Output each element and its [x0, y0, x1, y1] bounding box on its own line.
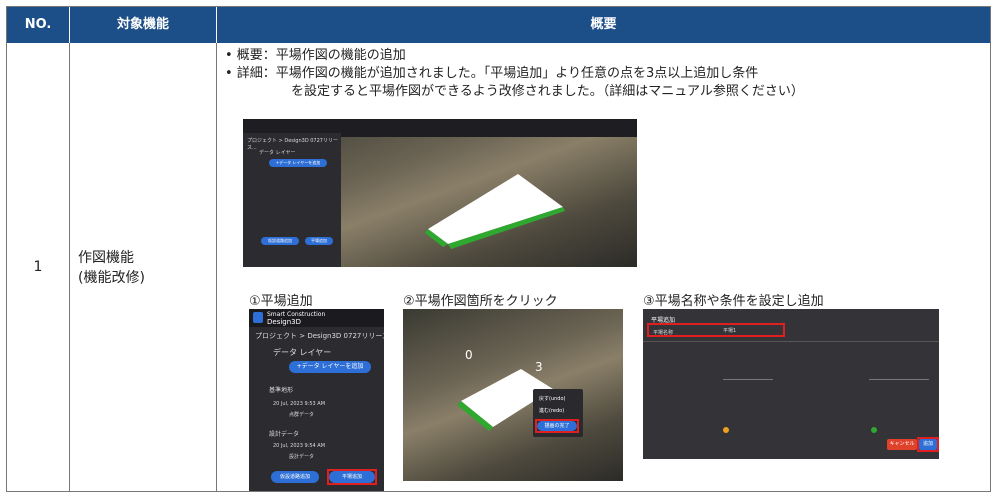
spec-table: NO. 対象機能 概要 1 作図機能 (機能改修) • 概要：平場作図の機能の追… [6, 6, 991, 492]
panel-tabs[interactable]: データ レイヤー [273, 347, 331, 358]
table-header: NO. 対象機能 概要 [7, 7, 990, 43]
item-design[interactable]: 設計データ [289, 453, 314, 460]
brand-line2: Design3D [267, 318, 302, 326]
table-row: 1 作図機能 (機能改修) • 概要：平場作図の機能の追加 • 詳細：平場作図の… [7, 43, 990, 491]
drawn-polygon: 0 3 [457, 348, 553, 431]
highlight-name [647, 323, 785, 337]
date-2: 20 Jul, 2023 9:54 AM [273, 443, 326, 449]
breadcrumb[interactable]: プロジェクト > Design3D 0727リリース... [255, 331, 384, 341]
redo-item[interactable]: 進む(redo) [539, 407, 564, 414]
header-function: 対象機能 [70, 7, 217, 43]
add-layer-button[interactable]: +データ レイヤーを追加 [289, 361, 371, 373]
caption-step1: ①平場追加 [249, 294, 313, 309]
function-cell: 作図機能 (機能改修) [70, 43, 217, 491]
dialog-screenshot: 平場追加 平場名称 平場1 キャンセル 追加 [643, 309, 939, 459]
function-name: 作図機能 [78, 250, 134, 266]
flat-area-shape [425, 174, 565, 249]
context-menu: 戻す(undo) 進む(redo) 描画の完了 [533, 389, 583, 437]
panel-screenshot: Smart Construction Design3D プロジェクト > Des… [249, 309, 384, 491]
color-swatch-2[interactable] [871, 427, 877, 433]
header-overview: 概要 [590, 17, 617, 32]
app-logo [253, 312, 263, 323]
section-terrain: 基準地形 [269, 387, 294, 394]
detail-bullet: • 詳細：平場作図の機能が追加されました。「平場追加」より任意の点を3点以上追加… [225, 66, 759, 81]
section-design: 設計データ [269, 431, 300, 438]
svg-text:3: 3 [535, 360, 543, 374]
detail-bullet-cont: を設定すると平場作図ができるよう改修されました。（詳細はマニュアル参照ください） [291, 84, 804, 99]
color-swatch[interactable] [723, 427, 729, 433]
undo-item[interactable]: 戻す(undo) [539, 395, 565, 402]
brand-line1: Smart Construction [267, 311, 326, 318]
caption-step2: ②平場作図箇所をクリック [403, 294, 558, 309]
function-note: (機能改修) [78, 270, 145, 286]
overview-cell: • 概要：平場作図の機能の追加 • 詳細：平場作図の機能が追加されました。「平場… [217, 43, 990, 491]
item-pointcloud[interactable]: 点群データ [289, 411, 314, 418]
highlight-flat-button [327, 469, 377, 485]
terrain-screenshot: 0 3 戻す(undo) 進む(redo) 描画の完了 [403, 309, 623, 481]
header-no: NO. [7, 7, 70, 43]
highlight-add [917, 437, 939, 452]
date-1: 20 Jul, 2023 9:53 AM [273, 401, 326, 407]
overview-screenshot: プロジェクト > Design3D 0727リリース... データ レイヤー +… [243, 119, 637, 267]
add-road-button[interactable]: 仮設道路追加 [271, 471, 319, 483]
highlight-finish [535, 419, 579, 433]
caption-step3: ③平場名称や条件を設定し追加 [643, 294, 824, 309]
row-number: 1 [7, 43, 70, 491]
summary-bullet: • 概要：平場作図の機能の追加 [225, 48, 406, 63]
cancel-button[interactable]: キャンセル [887, 439, 917, 450]
svg-text:0: 0 [465, 348, 473, 362]
